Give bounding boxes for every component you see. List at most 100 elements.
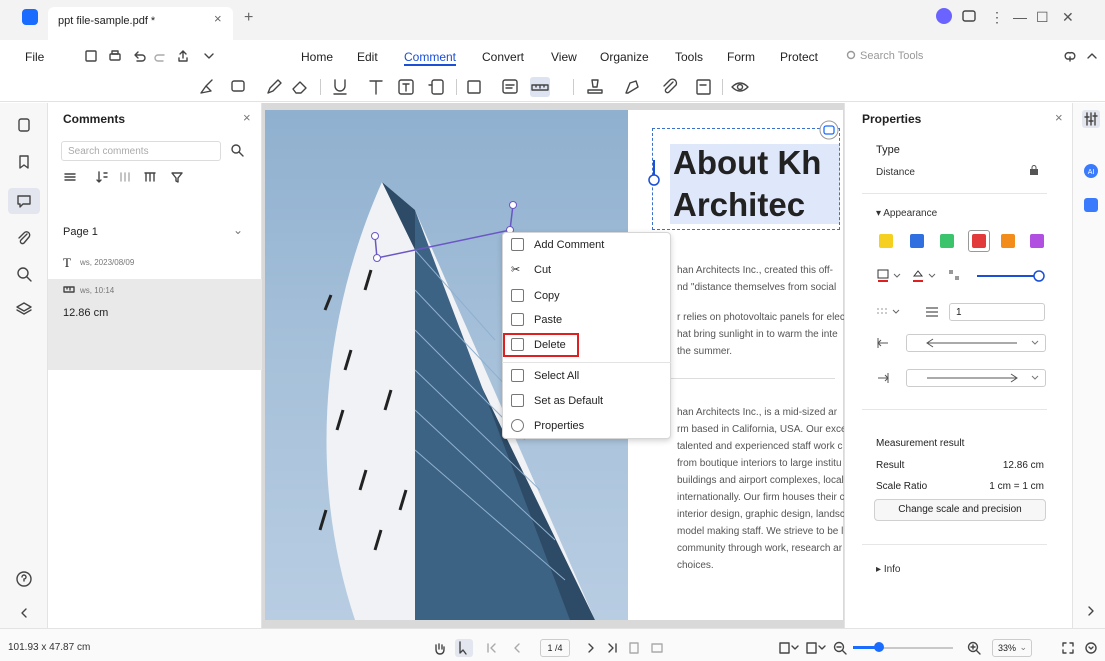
eraser-icon[interactable] [290,77,310,97]
menu-protect[interactable]: Protect [780,50,818,64]
avatar[interactable] [936,8,952,24]
more-options-icon[interactable] [1084,641,1098,655]
collapse-right-icon[interactable] [1084,604,1098,618]
layers-icon[interactable] [15,300,33,318]
pencil-icon[interactable] [264,77,284,97]
undo-icon[interactable] [132,49,146,63]
menu-paste[interactable]: Paste [502,308,671,332]
page-number-input[interactable]: 1 /4 [540,639,570,657]
highlight-icon[interactable] [197,77,217,97]
line-color-icon[interactable] [877,268,905,284]
menu-cut[interactable]: ✂ Cut [502,258,671,282]
color-swatch-blue[interactable] [910,234,924,248]
ai-assistant-icon[interactable]: AI [1084,164,1098,178]
selection-box[interactable] [652,128,840,230]
file-menu[interactable]: File [25,50,44,64]
cloud-upload-icon[interactable] [1063,49,1077,63]
ai-edit-icon[interactable] [819,120,839,140]
menu-comment[interactable]: Comment [404,50,456,64]
color-swatch-red[interactable] [972,234,986,248]
first-page-icon[interactable] [485,641,499,655]
translate-icon[interactable] [1084,198,1098,212]
line-width-slider[interactable] [975,268,1047,284]
zoom-slider-knob[interactable] [874,642,884,652]
line-start-select[interactable] [906,334,1046,352]
select-cursor-icon[interactable] [455,639,473,657]
comments-panel-close-icon[interactable]: × [243,110,251,125]
appearance-section-toggle[interactable]: ▾ Appearance [876,208,937,219]
single-page-icon[interactable] [627,641,641,655]
thumbnails-icon[interactable] [15,116,33,134]
text-icon[interactable] [366,77,386,97]
area-highlight-icon[interactable] [228,77,248,97]
comments-icon[interactable] [15,192,33,210]
zoom-out-icon[interactable] [833,641,847,655]
change-scale-button[interactable]: Change scale and precision [874,499,1046,521]
next-page-icon[interactable] [584,641,598,655]
last-page-icon[interactable] [605,641,619,655]
fill-color-icon[interactable] [912,268,940,284]
text-cursor-handle[interactable] [647,160,661,220]
shape-icon[interactable] [465,77,485,97]
print-icon[interactable] [108,49,122,63]
menu-set-default[interactable]: Set as Default [502,389,671,413]
underline-icon[interactable] [330,77,350,97]
bookmark-icon[interactable] [15,153,33,171]
close-window-icon[interactable]: ✕ [1062,9,1074,26]
lock-icon[interactable] [1029,165,1039,175]
opacity-icon[interactable] [947,268,961,282]
menu-tools[interactable]: Tools [675,50,703,64]
zoom-in-icon[interactable] [967,641,981,655]
fit-width-icon[interactable] [650,641,664,655]
message-icon[interactable] [962,9,976,23]
search-tools[interactable]: Search Tools [860,50,923,62]
page-group-label[interactable]: Page 1 [63,226,98,238]
page-layout-icon[interactable] [778,641,800,655]
fullscreen-icon[interactable] [1061,641,1075,655]
color-swatch-orange[interactable] [1001,234,1015,248]
chevron-down-icon[interactable]: ⌄ [233,223,243,237]
menu-home[interactable]: Home [301,50,333,64]
search-icon[interactable] [15,265,33,283]
menu-copy[interactable]: Copy [502,284,671,308]
filter-author-icon[interactable] [118,170,132,184]
color-swatch-green[interactable] [940,234,954,248]
attach-icon[interactable] [660,77,680,97]
tab-close-icon[interactable]: × [214,11,222,26]
filter-icon[interactable] [170,170,184,184]
collapse-all-icon[interactable] [63,170,77,184]
textbox-icon[interactable] [396,77,416,97]
sign-icon[interactable] [622,77,642,97]
color-swatch-yellow[interactable] [879,234,893,248]
info-section-toggle[interactable]: ▸ Info [876,564,901,575]
stamp-icon[interactable] [585,77,605,97]
attachment-icon[interactable] [15,229,33,247]
thickness-input[interactable]: 1 [949,303,1045,321]
save-icon[interactable] [84,49,98,63]
properties-sliders-icon[interactable] [1082,110,1100,128]
view-mode-icon[interactable] [805,641,827,655]
zoom-select[interactable]: 33% ⌄ [992,639,1032,657]
filter-type-icon[interactable] [143,170,157,184]
menu-form[interactable]: Form [727,50,755,64]
menu-convert[interactable]: Convert [482,50,524,64]
menu-properties[interactable]: Properties [502,414,671,438]
edit-comment-icon[interactable] [694,77,714,97]
menu-add-comment[interactable]: Add Comment [502,233,671,257]
help-icon[interactable] [15,570,33,588]
note-icon[interactable] [500,77,520,97]
text-callout-icon[interactable] [426,77,446,97]
menu-edit[interactable]: Edit [357,50,378,64]
sort-icon[interactable] [95,170,109,184]
dropdown-icon[interactable] [202,49,216,63]
comments-search-icon[interactable] [230,143,244,157]
menu-organize[interactable]: Organize [600,50,649,64]
app-logo-icon[interactable] [22,9,38,25]
measure-icon[interactable] [530,77,550,97]
share-icon[interactable] [176,49,190,63]
menu-view[interactable]: View [551,50,577,64]
hand-icon[interactable] [432,641,446,655]
comments-search-input[interactable]: Search comments [61,141,221,161]
maximize-icon[interactable]: ☐ [1036,9,1049,26]
minimize-icon[interactable]: — [1013,9,1027,25]
